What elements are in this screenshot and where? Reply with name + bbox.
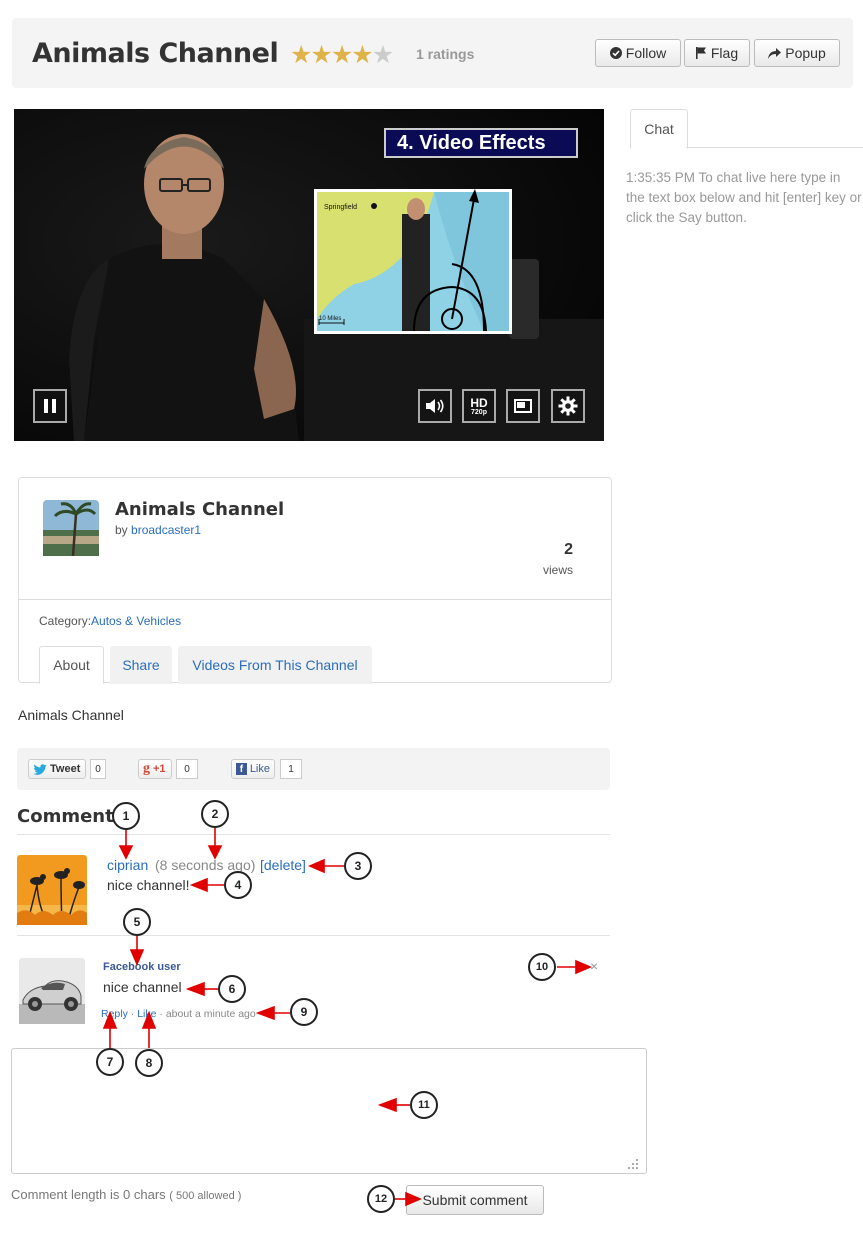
comment-author-link[interactable]: ciprian [107,857,148,873]
facebook-comment-time: about a minute ago [165,1008,256,1020]
settings-button[interactable] [551,389,585,423]
facebook-like-label: Like [249,763,270,775]
flag-label: Flag [710,45,739,61]
pause-icon [44,399,56,413]
star-icon[interactable]: ★ [331,41,353,69]
volume-button[interactable] [418,389,452,423]
facebook-icon: f [236,763,247,775]
popup-button[interactable]: Popup [754,39,840,67]
card-divider [19,599,611,600]
video-player[interactable]: Springfield 10 Miles 4. Video Effects HD… [14,109,604,441]
comment-text: nice channel! [107,877,190,893]
comments-divider [17,834,610,835]
hd-label: HD [470,395,488,410]
annotation-callout: 12 [367,1185,395,1213]
tab-videos-from-channel[interactable]: Videos From This Channel [178,646,372,684]
separator-dot: · [130,1008,135,1020]
separator-dot: · [159,1008,163,1020]
chat-tab-divider [686,147,863,148]
tweet-button[interactable]: Tweet [28,759,86,779]
twitter-bird-icon [33,763,47,775]
google-plus-label: +1 [153,763,166,775]
annotation-callout: 8 [135,1049,163,1077]
annotation-callout: 11 [410,1091,438,1119]
facebook-like-count: 1 [280,759,302,779]
rating-stars[interactable]: ★★★★★ [290,40,394,70]
close-icon[interactable]: × [590,958,598,974]
svg-text:Springfield: Springfield [324,204,357,211]
theater-mode-button[interactable] [506,389,540,423]
google-plus-count: 0 [176,759,198,779]
broadcaster-link[interactable]: broadcaster1 [131,523,201,537]
facebook-comment-text: nice channel [103,979,182,995]
star-icon[interactable]: ★ [372,41,394,69]
channel-byline: by broadcaster1 [115,523,201,537]
annotation-callout: 10 [528,953,556,981]
flag-button[interactable]: Flag [684,39,750,67]
avatar[interactable] [17,855,87,925]
annotation-callout: 6 [218,975,246,1003]
facebook-user-name[interactable]: Facebook user [103,961,181,973]
follow-button[interactable]: Follow [595,39,681,67]
google-plus-icon: g [143,761,150,776]
facebook-like-button[interactable]: f Like [231,759,275,779]
comment-divider [17,935,610,936]
annotation-callout: 4 [224,871,252,899]
channel-thumbnail[interactable] [43,500,99,556]
annotation-callout: 7 [96,1048,124,1076]
resize-handle-icon[interactable] [626,1157,640,1171]
speaker-icon [426,399,444,413]
chat-tab[interactable]: Chat [630,109,688,149]
flag-icon [695,47,706,59]
page-title: Animals Channel [32,38,279,69]
channel-header: Animals Channel ★★★★★ 1 ratings Follow F… [12,18,853,88]
gear-icon [558,396,578,416]
comment-delete-link[interactable]: [delete] [260,857,306,873]
annotation-callout: 5 [123,908,151,936]
views-label: views [542,563,573,577]
length-value: 0 chars [123,1187,166,1202]
byline-prefix: by [115,523,128,537]
length-prefix: Comment length is [11,1187,120,1202]
share-arrow-icon [768,47,782,59]
length-allowed: ( 500 allowed ) [169,1190,242,1202]
facebook-comment-actions: Reply · Like · about a minute ago [101,1008,256,1020]
comments-title: Comments [17,806,125,827]
tweet-count: 0 [90,759,106,779]
follow-label: Follow [625,45,667,61]
about-text: Animals Channel [18,707,124,723]
star-icon[interactable]: ★ [351,41,373,69]
tab-share[interactable]: Share [110,646,172,684]
star-icon[interactable]: ★ [290,41,312,69]
reply-link[interactable]: Reply [101,1008,128,1020]
category-label: Category: [39,614,92,628]
window-icon [514,399,532,413]
tweet-label: Tweet [50,763,81,775]
popup-label: Popup [785,45,826,61]
submit-comment-button[interactable]: Submit comment [406,1185,544,1215]
pause-button[interactable] [33,389,67,423]
views-count: 2 [564,541,573,558]
like-link[interactable]: Like [137,1008,156,1020]
facebook-user-avatar[interactable] [19,958,85,1024]
google-plus-button[interactable]: g +1 [138,759,172,779]
chat-message: 1:35:35 PM To chat live here type in the… [626,170,862,225]
svg-text:10 Miles: 10 Miles [319,316,341,322]
annotation-callout: 1 [112,802,140,830]
video-overlay-title: 4. Video Effects [397,132,546,154]
check-circle-icon [609,47,622,59]
annotation-callout: 9 [290,998,318,1026]
tab-about[interactable]: About [39,646,104,684]
category-link[interactable]: Autos & Vehicles [91,614,181,628]
channel-title: Animals Channel [115,499,285,520]
star-icon[interactable]: ★ [310,41,332,69]
ratings-count: 1 ratings [416,46,475,62]
hd-quality-button[interactable]: HD 720p [462,389,496,423]
annotation-callout: 2 [201,800,229,828]
annotation-callout: 3 [344,852,372,880]
comment-length-indicator: Comment length is 0 chars ( 500 allowed … [11,1187,241,1202]
category-line: Category:Autos & Vehicles [39,614,181,628]
hd-quality-label: 720p [471,408,487,416]
